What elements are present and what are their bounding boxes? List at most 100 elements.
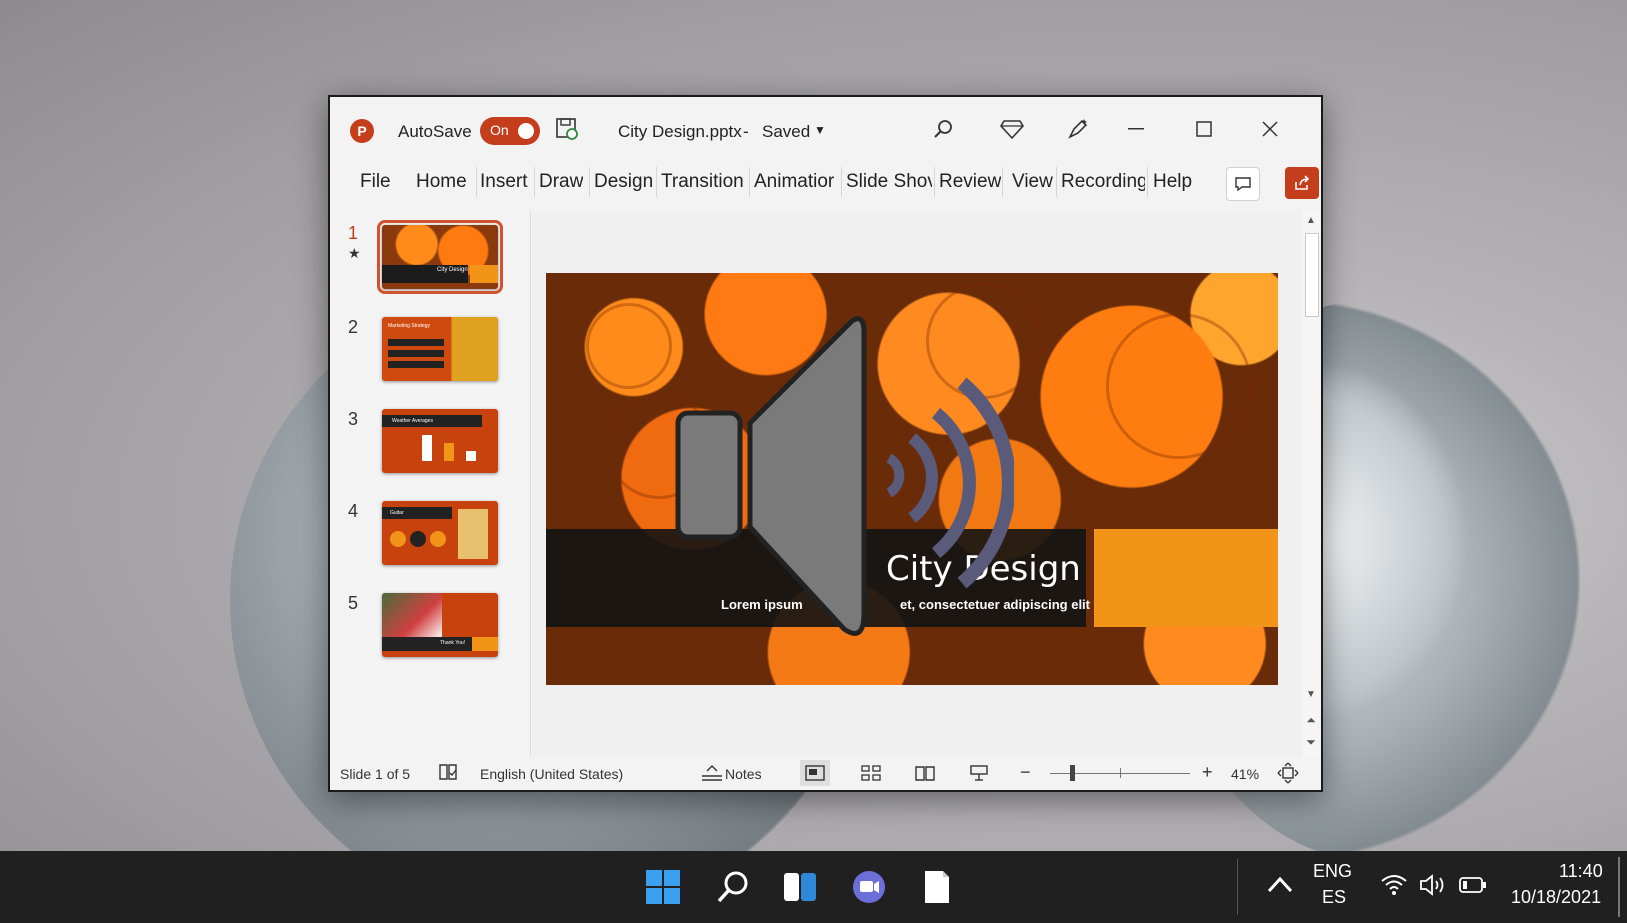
- tab-home[interactable]: Home: [416, 171, 467, 193]
- search-icon[interactable]: [711, 865, 755, 909]
- slide-thumbnail-2[interactable]: Marketing Strategy: [382, 317, 498, 381]
- autosave-label: AutoSave: [398, 122, 472, 141]
- input-language-top[interactable]: ENG: [1313, 861, 1352, 882]
- thumb-title: Guitar: [390, 510, 404, 516]
- windows-start-icon[interactable]: [641, 865, 685, 909]
- ribbon-tabs: File Home Insert Draw Design Transition …: [330, 161, 1321, 201]
- clock-time[interactable]: 11:40: [1559, 861, 1603, 882]
- accessibility-book-icon[interactable]: [438, 763, 458, 784]
- status-bar: Slide 1 of 5 English (United States) Not…: [330, 757, 1321, 790]
- tab-draw[interactable]: Draw: [539, 171, 583, 193]
- slide-thumbnail-3[interactable]: Weather Averages: [382, 409, 498, 473]
- tab-review[interactable]: Review: [939, 171, 1001, 193]
- slide-number: 2: [348, 317, 359, 337]
- scroll-up-icon[interactable]: ▲: [1305, 215, 1317, 226]
- input-language-bottom[interactable]: ES: [1322, 887, 1346, 908]
- powerpoint-window: P AutoSave On City Design.pptx - Saved ▼: [328, 95, 1323, 792]
- rose-image: [586, 303, 672, 389]
- close-button[interactable]: [1252, 113, 1288, 145]
- slide-thumbnail-pane: 1 ★ City Design 2 Marketing Strategy 3 W…: [330, 211, 531, 756]
- title-separator: -: [743, 122, 749, 141]
- show-desktop-button[interactable]: [1618, 857, 1620, 917]
- thumb-block: [472, 637, 498, 651]
- thumb-row: [388, 350, 444, 357]
- chevron-down-icon[interactable]: ▼: [814, 123, 826, 137]
- tab-separator: [476, 167, 477, 197]
- tab-separator: [1147, 167, 1148, 197]
- tab-separator: [589, 167, 590, 197]
- show-hidden-icons-chevron-icon[interactable]: [1266, 871, 1294, 906]
- zoom-slider-thumb[interactable]: [1070, 765, 1075, 781]
- designer-pen-icon[interactable]: [1064, 115, 1092, 143]
- slide-sorter-button[interactable]: [856, 760, 886, 786]
- tab-insert[interactable]: Insert: [480, 171, 528, 193]
- tab-separator: [656, 167, 657, 197]
- scrollbar-thumb[interactable]: [1305, 233, 1319, 317]
- slide-editor[interactable]: City Design Lorem ipsum et, consectetuer…: [532, 211, 1302, 756]
- slide-show-button[interactable]: [964, 760, 994, 786]
- battery-icon[interactable]: [1458, 875, 1488, 900]
- title-bar: P AutoSave On City Design.pptx - Saved ▼: [330, 97, 1321, 159]
- normal-view-button[interactable]: [800, 760, 830, 786]
- share-button[interactable]: [1285, 167, 1319, 199]
- save-sync-icon[interactable]: [555, 117, 579, 141]
- orange-accent-block: [1094, 529, 1278, 627]
- tab-file[interactable]: File: [360, 171, 391, 193]
- autosave-toggle[interactable]: On: [480, 117, 540, 145]
- document-status[interactable]: Saved: [762, 122, 810, 142]
- fit-to-window-icon[interactable]: [1277, 762, 1299, 787]
- thumb-row: [388, 339, 444, 346]
- autosave-state: On: [490, 122, 509, 138]
- notes-button[interactable]: Notes: [725, 766, 762, 782]
- thumb-guitar-image: [458, 509, 488, 559]
- language-indicator[interactable]: English (United States): [480, 766, 623, 782]
- zoom-center-tick: [1120, 768, 1121, 778]
- notepad-file-icon[interactable]: [915, 865, 959, 909]
- previous-slide-icon[interactable]: ⏶: [1305, 713, 1317, 728]
- tab-slide-show[interactable]: Slide Shov: [846, 171, 932, 193]
- wifi-icon[interactable]: [1380, 873, 1408, 902]
- minimize-button[interactable]: [1118, 113, 1154, 145]
- tab-transition[interactable]: Transition: [661, 171, 747, 193]
- vertical-scrollbar[interactable]: ▲ ▼ ⏶ ⏷: [1302, 211, 1320, 756]
- diamond-icon[interactable]: [998, 115, 1026, 143]
- teams-chat-icon[interactable]: [847, 865, 891, 909]
- slide-number: 1: [348, 223, 359, 243]
- zoom-in-button[interactable]: +: [1202, 762, 1213, 783]
- maximize-button[interactable]: [1186, 113, 1222, 145]
- tab-separator: [1002, 167, 1003, 197]
- slide-number: 4: [348, 501, 359, 521]
- tab-help[interactable]: Help: [1153, 171, 1192, 193]
- scroll-down-icon[interactable]: ▼: [1305, 689, 1317, 700]
- document-title[interactable]: City Design.pptx: [618, 122, 742, 142]
- speaker-audio-icon[interactable]: [674, 313, 1014, 653]
- widgets-icon[interactable]: [778, 865, 822, 909]
- search-icon[interactable]: [930, 115, 958, 143]
- volume-icon[interactable]: [1419, 873, 1449, 902]
- tab-separator: [534, 167, 535, 197]
- thumb-title: City Design: [437, 267, 468, 273]
- zoom-level[interactable]: 41%: [1231, 766, 1259, 782]
- thumb-circle: [430, 531, 446, 547]
- comments-button[interactable]: [1226, 167, 1260, 201]
- thumb-bar: [444, 443, 454, 461]
- tab-animations[interactable]: Animatior: [754, 171, 840, 193]
- reading-view-button[interactable]: [910, 760, 940, 786]
- thumb-title: Marketing Strategy: [388, 323, 430, 329]
- slide-thumbnail-1[interactable]: City Design: [377, 220, 503, 294]
- rose-image: [1106, 313, 1252, 459]
- slide-thumbnail-5[interactable]: Thank You!: [382, 593, 498, 657]
- slide-canvas[interactable]: City Design Lorem ipsum et, consectetuer…: [546, 273, 1278, 685]
- next-slide-icon[interactable]: ⏷: [1305, 735, 1317, 750]
- clock-date[interactable]: 10/18/2021: [1511, 887, 1601, 908]
- thumb-title: Weather Averages: [392, 418, 433, 424]
- thumb-photo: [382, 593, 442, 639]
- tab-design[interactable]: Design: [594, 171, 653, 193]
- slide-counter: Slide 1 of 5: [340, 766, 411, 782]
- tab-recording[interactable]: Recording: [1061, 171, 1145, 193]
- tab-view[interactable]: View: [1012, 171, 1053, 193]
- slide-thumbnail-4[interactable]: Guitar: [382, 501, 498, 565]
- thumb-circle: [390, 531, 406, 547]
- zoom-out-button[interactable]: −: [1020, 762, 1031, 783]
- notes-icon[interactable]: [700, 762, 724, 787]
